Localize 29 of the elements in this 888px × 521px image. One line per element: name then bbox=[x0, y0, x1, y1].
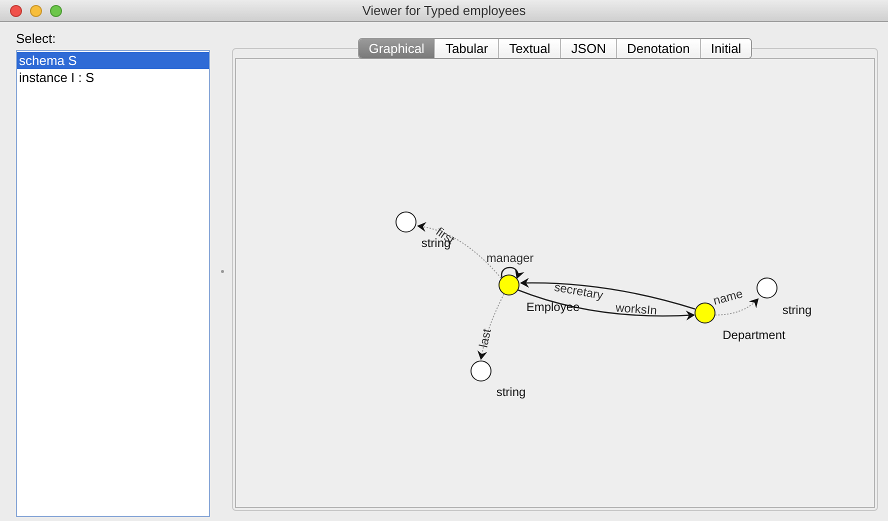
tab[interactable]: JSON bbox=[560, 39, 616, 58]
tab[interactable]: Tabular bbox=[434, 39, 498, 58]
tab[interactable]: Denotation bbox=[616, 39, 700, 58]
minimize-icon[interactable] bbox=[30, 4, 42, 16]
graph-node bbox=[470, 360, 492, 382]
window-title: Viewer for Typed employees bbox=[362, 2, 526, 20]
node-label: Department bbox=[722, 328, 786, 342]
graph-node bbox=[396, 212, 416, 232]
graph-node bbox=[756, 278, 778, 298]
zoom-icon[interactable] bbox=[50, 4, 62, 16]
edge-arrow bbox=[478, 294, 504, 360]
list-item[interactable]: instance I : S bbox=[17, 69, 210, 86]
tab[interactable]: Initial bbox=[700, 39, 752, 58]
edge-label: worksIn bbox=[615, 300, 658, 318]
node-label: string bbox=[496, 385, 526, 399]
splitter-handle-icon[interactable] bbox=[220, 270, 224, 273]
graph-node bbox=[498, 274, 520, 296]
close-icon[interactable] bbox=[10, 4, 22, 16]
tab[interactable]: Graphical bbox=[358, 39, 434, 58]
select-label: Select: bbox=[16, 30, 57, 48]
node-label: string bbox=[782, 303, 812, 317]
graph-node bbox=[694, 302, 716, 324]
edge-label: last bbox=[476, 328, 494, 349]
list-item[interactable]: schema S bbox=[17, 52, 210, 69]
node-label: Employee bbox=[526, 300, 580, 314]
tab[interactable]: Textual bbox=[498, 39, 560, 58]
edge-label: manager bbox=[486, 251, 534, 265]
edge-label: name bbox=[712, 286, 744, 308]
edge-label: secretary bbox=[553, 280, 604, 302]
